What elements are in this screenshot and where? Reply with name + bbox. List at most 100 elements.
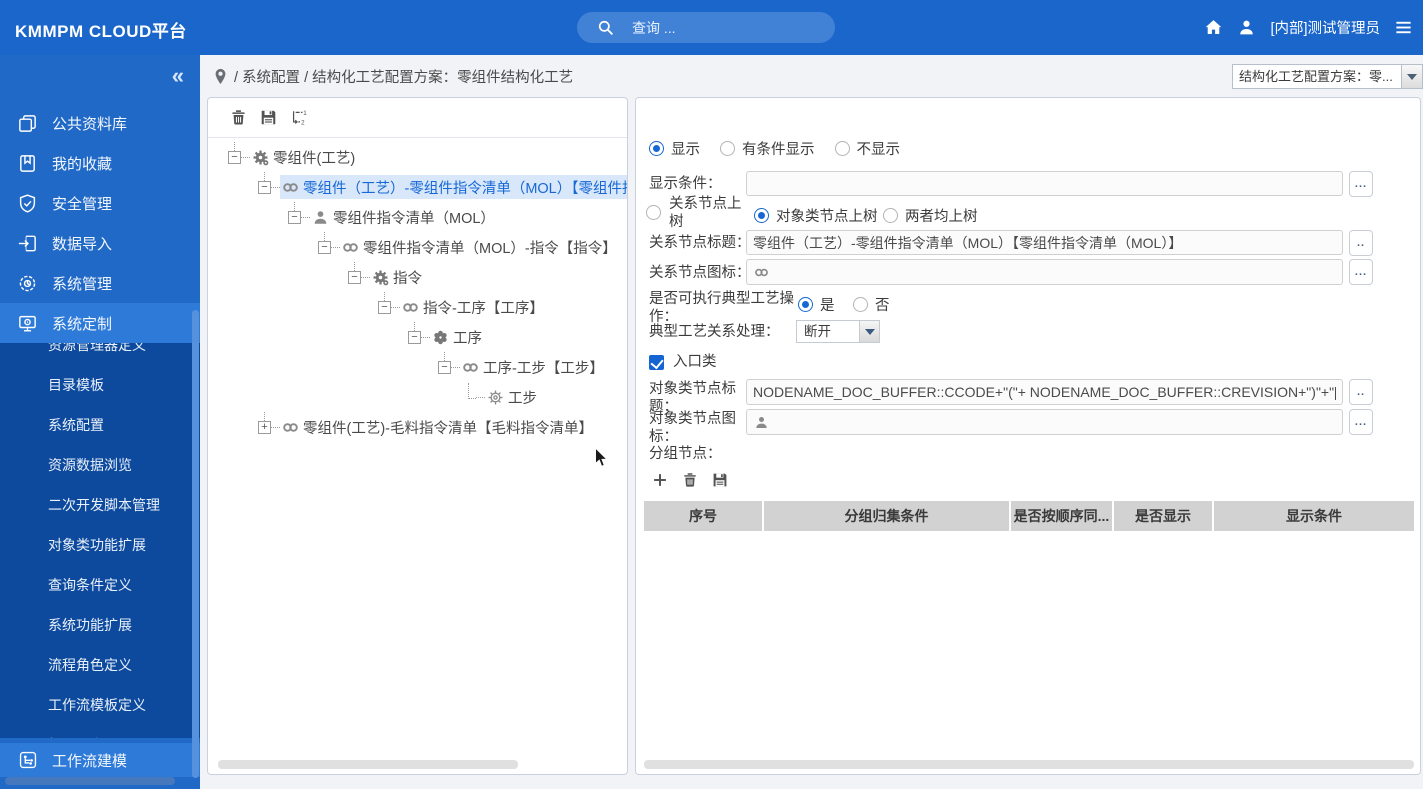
user-icon[interactable] bbox=[1237, 18, 1256, 37]
tree-connector bbox=[391, 306, 400, 308]
object-node-title-input[interactable] bbox=[746, 379, 1343, 405]
tree-node[interactable]: 零组件指令清单（MOL）-指令【指令】 bbox=[340, 235, 627, 259]
radio-dot bbox=[883, 208, 898, 223]
object-node-icon-field[interactable] bbox=[746, 409, 1343, 435]
tree-node-row: − 指令 bbox=[208, 262, 627, 292]
relation-node-title-picker-button[interactable]: .. bbox=[1349, 230, 1373, 256]
radio-relation-node-on-tree[interactable] bbox=[646, 205, 661, 220]
sidebar-subitem-3[interactable]: 资源数据浏览 bbox=[0, 445, 200, 485]
radio-label: 有条件显示 bbox=[742, 142, 815, 158]
tree-node-row: − 零组件指令清单（MOL）-指令【指令】 bbox=[208, 232, 627, 262]
delete-icon[interactable] bbox=[230, 109, 247, 126]
radio-label: 不显示 bbox=[856, 142, 901, 158]
column-header-seq: 序号 bbox=[644, 501, 764, 531]
collapse-icon[interactable]: − bbox=[288, 202, 301, 224]
sidebar-subitem-9[interactable]: 工作流模板定义 bbox=[0, 685, 200, 725]
home-icon[interactable] bbox=[1204, 18, 1223, 37]
radio-both-on-tree[interactable]: 两者均上树 bbox=[883, 205, 978, 226]
sidebar-subitem-label: 系统功能扩展 bbox=[48, 617, 132, 633]
tree-node-label: 零组件(工艺)-毛料指令清单【毛料指令清单】 bbox=[303, 420, 593, 437]
radio-object-node-on-tree[interactable]: 对象类节点上树 bbox=[754, 205, 878, 226]
process-tree: − 零组件(工艺) − 零组件（工艺）-零组件指令清单（MOL）【零组件指 − 零组件指令… bbox=[208, 142, 627, 442]
scheme-selector-arrow-button[interactable] bbox=[1401, 65, 1422, 88]
collapse-icon[interactable]: − bbox=[318, 232, 331, 254]
tree-node-row: − 零组件（工艺）-零组件指令清单（MOL）【零组件指 bbox=[208, 172, 627, 202]
collapse-icon[interactable]: − bbox=[258, 172, 271, 194]
radio-conditional-show[interactable]: 有条件显示 bbox=[720, 138, 815, 159]
sidebar-subitem-0[interactable]: 资源管理器定义 bbox=[0, 343, 200, 365]
form-horizontal-scrollbar[interactable] bbox=[644, 760, 1414, 769]
tree-connector bbox=[271, 186, 280, 188]
sidebar-horizontal-scrollbar[interactable] bbox=[5, 777, 175, 785]
sidebar-item-label: 安全管理 bbox=[52, 195, 113, 213]
collapse-icon[interactable]: − bbox=[348, 262, 361, 284]
tree-node-label: 工序 bbox=[453, 330, 482, 347]
sidebar-item-4[interactable]: 系统管理 bbox=[0, 263, 200, 303]
tree-node[interactable]: 零组件（工艺）-零组件指令清单（MOL）【零组件指 bbox=[280, 175, 627, 199]
sidebar-item-2[interactable]: 安全管理 bbox=[0, 183, 200, 223]
tree-node-label: 工步 bbox=[508, 390, 537, 407]
typical-relation-select-arrow[interactable] bbox=[859, 321, 879, 342]
global-search-input[interactable]: 查询 ... bbox=[577, 12, 835, 43]
visibility-radio-group: 显示 有条件显示 不显示 bbox=[649, 138, 900, 159]
tree-node[interactable]: 工步 bbox=[485, 385, 627, 409]
add-icon[interactable] bbox=[652, 472, 668, 488]
sidebar-subitem-6[interactable]: 查询条件定义 bbox=[0, 565, 200, 605]
chevron-down-icon bbox=[1407, 73, 1417, 80]
tree-node-row: − 零组件(工艺) bbox=[208, 142, 627, 172]
process-tree-panel: 12 − 零组件(工艺) − 零组件（工艺）-零组件指令清单（MOL）【零组件指 − 零组… bbox=[207, 97, 628, 775]
collapse-icon[interactable]: − bbox=[228, 142, 241, 164]
relation-node-title-input[interactable] bbox=[746, 230, 1343, 255]
tree-node[interactable]: 零组件指令清单（MOL） bbox=[310, 205, 627, 229]
link-icon bbox=[754, 265, 769, 280]
tree-node[interactable]: 零组件(工艺)-毛料指令清单【毛料指令清单】 bbox=[280, 415, 627, 439]
sidebar-subitem-8[interactable]: 流程角色定义 bbox=[0, 645, 200, 685]
display-condition-input[interactable] bbox=[746, 171, 1343, 196]
tree-mode-radio-group: 关系节点上树 对象类节点上树 两者均上树 bbox=[636, 194, 1420, 232]
sidebar-item-0[interactable]: 公共资料库 bbox=[0, 103, 200, 143]
expand-icon[interactable]: + bbox=[258, 412, 271, 434]
sidebar-subitem-5[interactable]: 对象类功能扩展 bbox=[0, 525, 200, 565]
scheme-selector-dropdown[interactable]: 结构化工艺配置方案：零... bbox=[1232, 64, 1423, 89]
tree-node[interactable]: 工序-工步【工步】 bbox=[460, 355, 627, 379]
sidebar-subitem-1[interactable]: 目录模板 bbox=[0, 365, 200, 405]
save-icon[interactable] bbox=[260, 109, 277, 126]
tree-node[interactable]: 工序 bbox=[430, 325, 627, 349]
radio-show[interactable]: 显示 bbox=[649, 138, 700, 159]
sidebar-item-label: 公共资料库 bbox=[52, 115, 128, 133]
object-node-icon-picker-button[interactable]: ... bbox=[1349, 409, 1373, 435]
relation-node-icon-picker-button[interactable]: ... bbox=[1349, 259, 1373, 285]
sidebar-item-5[interactable]: 系统定制 bbox=[0, 303, 200, 343]
tree-node[interactable]: 指令 bbox=[370, 265, 627, 289]
sidebar-subitem-10[interactable]: 权限项定义 bbox=[0, 725, 200, 738]
sidebar-subitem-7[interactable]: 系统功能扩展 bbox=[0, 605, 200, 645]
gear-outline-icon bbox=[487, 389, 504, 406]
radio-hide[interactable]: 不显示 bbox=[834, 138, 901, 159]
tree-node[interactable]: 指令-工序【工序】 bbox=[400, 295, 627, 319]
sidebar-subitem-2[interactable]: 系统配置 bbox=[0, 405, 200, 445]
radio-typical-op-no[interactable]: 否 bbox=[853, 294, 890, 315]
library-icon bbox=[17, 113, 38, 134]
sidebar-item-workflow-modeling[interactable]: 工作流建模 bbox=[0, 743, 200, 777]
sidebar-collapse-button[interactable]: « bbox=[172, 63, 184, 89]
order-list-icon[interactable]: 12 bbox=[290, 109, 307, 126]
search-icon bbox=[597, 19, 614, 36]
tree-horizontal-scrollbar[interactable] bbox=[218, 760, 518, 769]
delete-icon[interactable] bbox=[682, 472, 698, 488]
sidebar-item-3[interactable]: 数据导入 bbox=[0, 223, 200, 263]
tree-node[interactable]: 零组件(工艺) bbox=[250, 145, 627, 169]
relation-node-icon-field[interactable] bbox=[746, 259, 1343, 285]
sidebar-vertical-scrollbar[interactable] bbox=[192, 310, 199, 778]
sidebar-item-1[interactable]: 我的收藏 bbox=[0, 143, 200, 183]
object-node-title-picker-button[interactable]: .. bbox=[1349, 379, 1373, 405]
radio-dot bbox=[798, 297, 813, 312]
collapse-icon[interactable]: − bbox=[378, 292, 391, 314]
collapse-icon[interactable]: − bbox=[438, 352, 451, 374]
entry-class-checkbox[interactable] bbox=[649, 354, 664, 370]
typical-relation-select[interactable]: 断开 bbox=[796, 320, 880, 343]
hamburger-menu-icon[interactable] bbox=[1394, 18, 1413, 37]
save-icon[interactable] bbox=[712, 472, 728, 488]
collapse-icon[interactable]: − bbox=[408, 322, 421, 344]
radio-typical-op-yes[interactable]: 是 bbox=[798, 294, 835, 315]
sidebar-subitem-4[interactable]: 二次开发脚本管理 bbox=[0, 485, 200, 525]
